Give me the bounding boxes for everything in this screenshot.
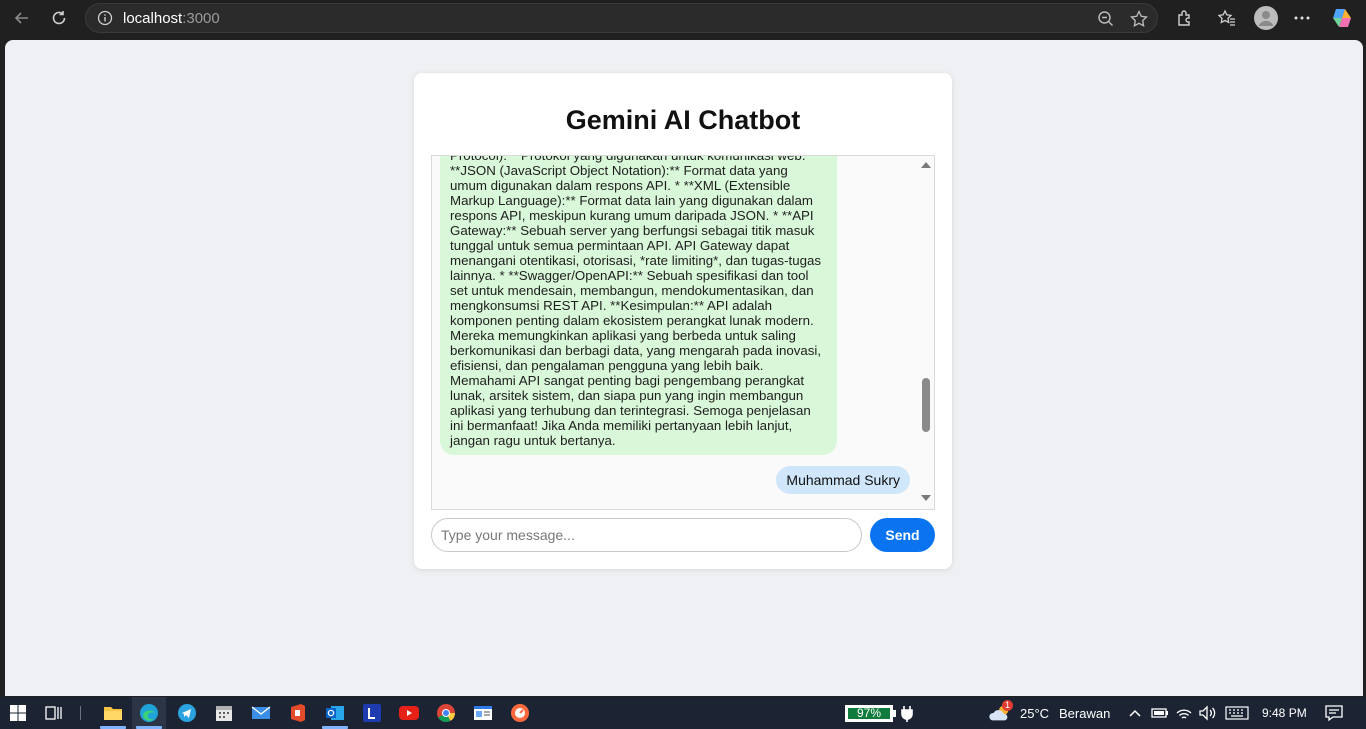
chat-card: Gemini AI Chatbot Protocol):** Protokol … [414, 73, 952, 569]
url-host: localhost [123, 9, 183, 27]
chat-scrollbar[interactable] [917, 156, 934, 509]
bot-message-line: Gateway:** Sebuah server yang berfungsi … [450, 223, 815, 238]
battery-percent: 97% [848, 707, 890, 719]
more-menu-icon[interactable] [1290, 6, 1314, 30]
bot-message-line: menangani otentikasi, otorisasi, *rate l… [450, 253, 822, 268]
battery-tray-icon[interactable] [1148, 701, 1172, 725]
notification-center-icon[interactable] [1322, 701, 1346, 725]
bot-message-line: mengkonsumsi REST API. **Kesimpulan:** A… [450, 298, 773, 313]
bot-message-line: lunak, arsitek sistem, dan siapa pun yan… [450, 388, 804, 403]
power-plug-icon [895, 701, 919, 725]
mail-icon[interactable] [249, 701, 273, 725]
refresh-button[interactable] [45, 4, 73, 32]
bot-message-line: **JSON (JavaScript Object Notation):** F… [450, 163, 788, 178]
site-info-icon[interactable] [97, 10, 113, 26]
copilot-icon[interactable] [1330, 6, 1354, 30]
favorites-icon[interactable] [1215, 6, 1239, 30]
scrollbar-thumb[interactable] [922, 378, 930, 432]
weather-badge: 1 [1002, 700, 1013, 711]
back-button[interactable] [8, 4, 36, 32]
bot-message-line: Protocol):** Protokol yang digunakan unt… [450, 155, 815, 163]
weather-condition-text[interactable]: Berawan [1059, 706, 1110, 721]
edge-icon[interactable] [137, 701, 161, 725]
bot-message-line: Memahami API sangat penting bagi pengemb… [450, 373, 805, 388]
browser-toolbar: localhost:3000 [0, 0, 1366, 36]
youtube-icon[interactable] [397, 701, 421, 725]
bot-message-line: efisiensi, dan pengalaman pengguna yang … [450, 358, 764, 373]
calendar-icon[interactable] [212, 701, 236, 725]
bot-message-line: lainnya. * **Swagger/OpenAPI:** Sebuah s… [450, 268, 809, 283]
url-text: localhost:3000 [123, 10, 220, 27]
refresh-icon [52, 11, 66, 25]
url-port: :3000 [182, 9, 220, 27]
extensions-icon[interactable] [1173, 6, 1197, 30]
message-input[interactable] [431, 518, 862, 552]
bot-message-line: aplikasi yang terhubung dan terintegrasi… [450, 403, 811, 418]
zoom-icon[interactable] [1096, 9, 1116, 29]
start-icon[interactable] [6, 701, 30, 725]
favorite-star-icon[interactable] [1129, 9, 1149, 29]
wifi-icon[interactable] [1172, 701, 1196, 725]
taskbar: 97% 1 25°C Berawan 9:48 PM [0, 697, 1366, 729]
chat-messages-area[interactable]: Protocol):** Protokol yang digunakan unt… [431, 155, 935, 510]
bot-message-line: jangan ragu untuk bertanya. [450, 433, 616, 448]
chevron-up-icon[interactable] [1123, 701, 1147, 725]
keyboard-icon[interactable] [1224, 701, 1250, 725]
news-app-icon[interactable] [471, 701, 495, 725]
file-explorer-icon[interactable] [101, 701, 125, 725]
task-view-icon[interactable] [42, 701, 66, 725]
volume-icon[interactable] [1196, 701, 1220, 725]
bot-message-line: Mereka memungkinkan aplikasi yang berbed… [450, 328, 796, 343]
temperature-text[interactable]: 25°C [1020, 706, 1049, 721]
wps-office-icon[interactable] [286, 701, 310, 725]
telegram-icon[interactable] [175, 701, 199, 725]
bot-message-line: Markup Language):** Format data lain yan… [450, 193, 813, 208]
bot-message-line: ini bermanfaat! Jika Anda memiliki perta… [450, 418, 793, 433]
bot-message-line: umum digunakan dalam respons API. * **XM… [450, 178, 791, 193]
address-bar[interactable]: localhost:3000 [85, 3, 1158, 33]
user-message-bubble: Muhammad Sukry [776, 466, 910, 494]
bot-message-line: respons API, meskipun kurang umum daripa… [450, 208, 814, 223]
clock-time[interactable]: 9:48 PM [1262, 706, 1307, 720]
bot-message-bubble: Protocol):** Protokol yang digunakan unt… [440, 155, 837, 455]
chrome-icon[interactable] [434, 701, 458, 725]
back-arrow-icon [14, 12, 28, 24]
page-viewport: Gemini AI Chatbot Protocol):** Protokol … [5, 40, 1363, 696]
taskbar-divider [80, 706, 81, 720]
scroll-up-arrow-icon[interactable] [921, 162, 931, 168]
bot-message-line: komponen penting dalam ekosistem perangk… [450, 313, 814, 328]
bot-message-line: tunggal untuk semua permintaan API. API … [450, 238, 790, 253]
bot-message-line: berkomunikasi dan berbagi data, yang men… [450, 343, 822, 358]
page-title: Gemini AI Chatbot [565, 105, 801, 135]
orange-app-icon[interactable] [508, 701, 532, 725]
bot-message-line: set untuk mendesain, membangun, mendokum… [450, 283, 814, 298]
outlook-icon[interactable] [323, 701, 347, 725]
send-button[interactable]: Send [870, 518, 935, 552]
profile-avatar-icon[interactable] [1254, 6, 1278, 30]
scroll-down-arrow-icon[interactable] [921, 495, 931, 501]
battery-indicator[interactable]: 97% [845, 705, 893, 722]
l-app-icon[interactable] [360, 701, 384, 725]
